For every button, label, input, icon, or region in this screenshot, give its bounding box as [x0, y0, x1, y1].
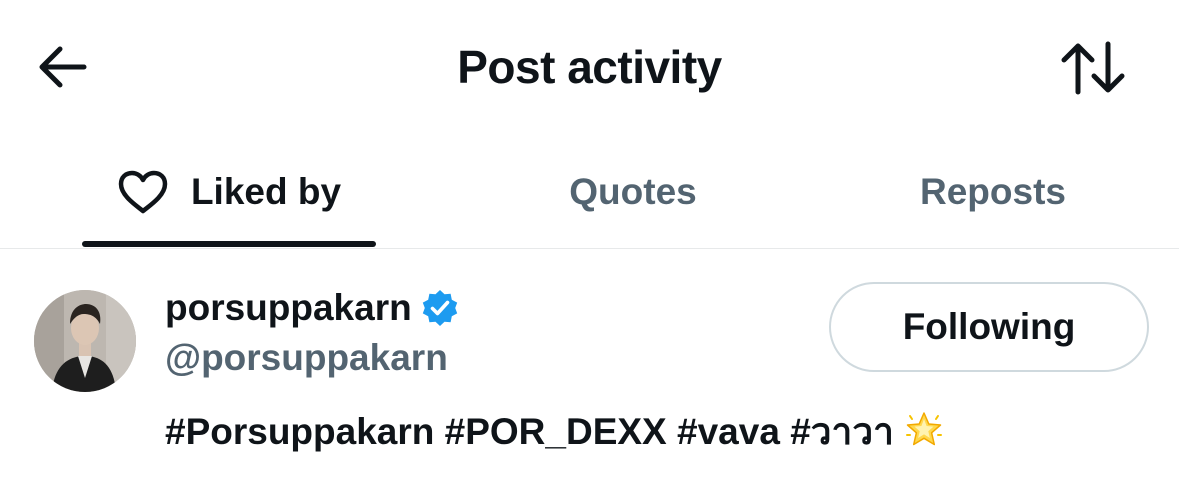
display-name[interactable]: porsuppakarn [165, 287, 412, 329]
sort-arrows-icon [1061, 41, 1125, 95]
tab-label: Liked by [190, 170, 342, 212]
tab-liked-by[interactable]: Liked by [82, 135, 376, 248]
activity-tabs: Liked by Quotes Reposts [0, 135, 1179, 249]
user-bio: #Porsuppakarn #POR_DEXX #vava #วาวา [165, 402, 944, 461]
heart-icon [118, 170, 168, 213]
list-item[interactable]: porsuppakarn @porsuppakarn #Porsuppakarn… [0, 249, 1179, 499]
active-tab-indicator [82, 241, 376, 247]
following-button[interactable]: Following [829, 282, 1149, 372]
tab-label: Reposts [920, 170, 1066, 212]
verified-badge-icon [422, 290, 457, 326]
avatar[interactable] [34, 290, 136, 392]
sort-button[interactable] [1058, 40, 1128, 96]
user-handle[interactable]: @porsuppakarn [165, 337, 448, 379]
tab-reposts[interactable]: Reposts [900, 135, 1086, 248]
page-title: Post activity [457, 41, 722, 93]
user-name-row: porsuppakarn [165, 287, 460, 329]
top-bar: Post activity [0, 0, 1179, 135]
bio-text: #Porsuppakarn #POR_DEXX #vava #วาวา [165, 411, 894, 452]
tab-label: Quotes [569, 170, 697, 212]
glowing-star-icon [905, 412, 942, 446]
tab-quotes[interactable]: Quotes [540, 135, 726, 248]
